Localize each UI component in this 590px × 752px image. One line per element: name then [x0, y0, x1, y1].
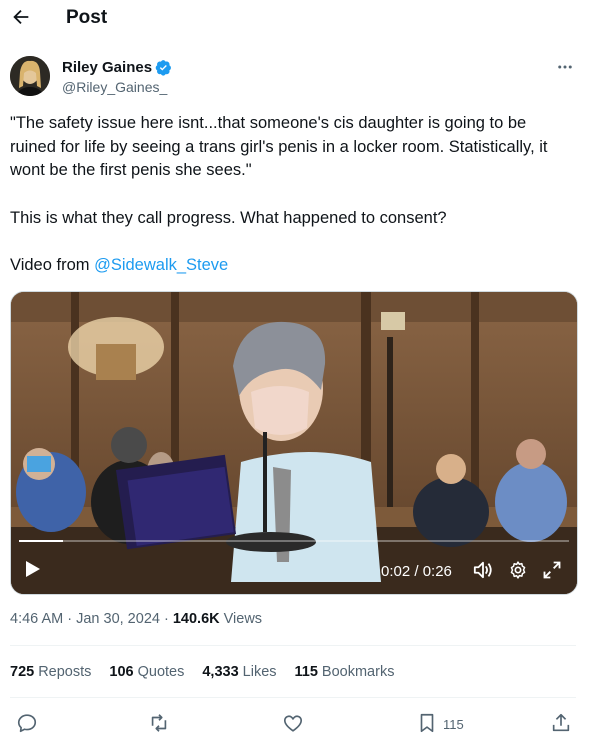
- settings-gear-icon[interactable]: [508, 560, 528, 580]
- meta-separator: ·: [63, 611, 77, 627]
- more-options-icon[interactable]: [556, 58, 574, 76]
- reposts-count: 725: [10, 664, 35, 680]
- video-progress-bar[interactable]: [19, 540, 569, 542]
- likes-count: 4,333: [202, 664, 239, 680]
- post-time[interactable]: 4:46 AM: [10, 611, 63, 627]
- like-heart-icon[interactable]: [282, 712, 304, 734]
- video-credit-prefix: Video from: [10, 256, 95, 274]
- mention-link[interactable]: @Sidewalk_Steve: [94, 256, 228, 274]
- video-time: 0:02 / 0:26: [381, 563, 452, 580]
- reposts-stat[interactable]: 725 Reposts: [10, 664, 91, 680]
- post-comment: This is what they call progress. What ha…: [10, 208, 447, 227]
- quotes-stat[interactable]: 106 Quotes: [109, 664, 184, 680]
- view-count: 140.6K: [172, 611, 220, 627]
- likes-label: Likes: [242, 664, 277, 680]
- bookmarks-stat: 115 Bookmarks: [295, 664, 395, 680]
- post-text: "The safety issue here isnt...that someo…: [10, 112, 576, 278]
- views-label: Views: [219, 611, 263, 627]
- play-icon[interactable]: [25, 560, 41, 578]
- bookmarks-label: Bookmarks: [321, 664, 395, 680]
- post-meta: 4:46 AM · Jan 30, 2024 · 140.6K Views: [10, 611, 262, 627]
- avatar[interactable]: [10, 56, 50, 96]
- divider: [10, 645, 576, 646]
- share-icon[interactable]: [550, 712, 572, 734]
- video-progress-fill: [19, 540, 63, 542]
- fullscreen-icon[interactable]: [542, 560, 562, 580]
- quotes-count: 106: [109, 664, 134, 680]
- author-name[interactable]: Riley Gaines: [62, 59, 152, 76]
- divider: [10, 697, 576, 698]
- likes-stat[interactable]: 4,333 Likes: [202, 664, 276, 680]
- meta-separator: ·: [159, 611, 173, 627]
- video-credit: Video from @Sidewalk_Steve: [10, 254, 576, 278]
- bookmarks-count: 115: [294, 664, 318, 680]
- top-bar: Post: [0, 0, 590, 38]
- video-player[interactable]: 0:02 / 0:26: [10, 291, 578, 595]
- page-title: Post: [66, 7, 108, 28]
- engagement-stats: 725 Reposts 106 Quotes 4,333 Likes 115 Bookm…: [10, 664, 394, 680]
- bookmark-icon[interactable]: [416, 712, 438, 734]
- action-bar: 115: [0, 710, 590, 738]
- bookmark-count: 115: [443, 717, 464, 732]
- repost-icon[interactable]: [148, 712, 170, 734]
- quotes-label: Quotes: [137, 664, 185, 680]
- author-handle[interactable]: @Riley_Gaines_: [62, 79, 167, 95]
- video-frame: [11, 292, 577, 594]
- post-quote: "The safety issue here isnt...that someo…: [10, 114, 548, 179]
- verified-badge-icon: [155, 60, 171, 76]
- reposts-label: Reposts: [38, 664, 92, 680]
- post-date[interactable]: Jan 30, 2024: [76, 611, 160, 627]
- reply-icon[interactable]: [16, 712, 38, 734]
- back-arrow-icon[interactable]: [10, 6, 32, 28]
- volume-icon[interactable]: [472, 560, 494, 580]
